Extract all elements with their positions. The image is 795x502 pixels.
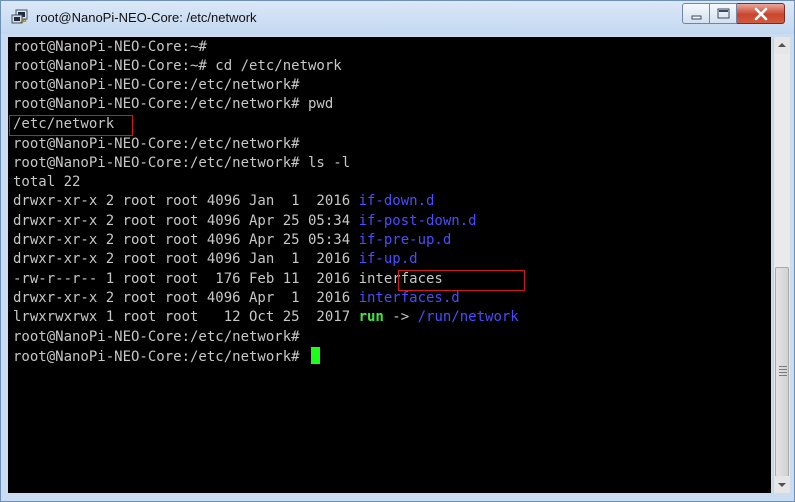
listing-row: drwxr-xr-x 2 root root 4096 Jan 1 2016 i… xyxy=(13,250,418,269)
listing-name: if-down.d xyxy=(358,193,435,209)
symlink-arrow: -> xyxy=(383,309,418,325)
chevron-up-icon xyxy=(778,43,786,47)
symlink-target: /run/network xyxy=(417,309,519,325)
highlight-box-pwd-output xyxy=(9,115,133,136)
minimize-button[interactable] xyxy=(682,3,710,24)
highlight-box-interfaces xyxy=(398,270,525,291)
putty-icon xyxy=(11,9,28,24)
prompt-text: root@NanoPi-NEO-Core:/etc/network# xyxy=(13,349,300,365)
scrollbar-thumb[interactable] xyxy=(775,267,789,477)
listing-name: if-post-down.d xyxy=(358,213,477,229)
terminal-line: total 22 xyxy=(13,174,81,190)
listing-name: if-up.d xyxy=(358,251,418,267)
scroll-up-button[interactable] xyxy=(774,37,790,54)
listing-row: drwxr-xr-x 2 root root 4096 Apr 25 05:34… xyxy=(13,231,451,250)
chevron-down-icon xyxy=(778,483,786,487)
terminal-line: root@NanoPi-NEO-Core:/etc/network# xyxy=(13,77,300,93)
vertical-scrollbar[interactable] xyxy=(773,37,790,493)
title-bar[interactable]: root@NanoPi-NEO-Core: /etc/network xyxy=(1,1,794,34)
listing-row-symlink: lrwxrwxrwx 1 root root 12 Oct 25 2017 ru… xyxy=(13,308,519,327)
listing-meta: lrwxrwxrwx 1 root root 12 Oct 25 2017 xyxy=(13,309,359,325)
listing-row: drwxr-xr-x 2 root root 4096 Jan 1 2016 i… xyxy=(13,192,434,211)
listing-name: interfaces.d xyxy=(358,290,460,306)
listing-row: drwxr-xr-x 2 root root 4096 Apr 25 05:34… xyxy=(13,212,477,231)
terminal-window: root@NanoPi-NEO-Core: /etc/network root@… xyxy=(0,0,795,502)
terminal-line: root@NanoPi-NEO-Core:/etc/network# pwd xyxy=(13,96,334,112)
terminal-screen[interactable]: root@NanoPi-NEO-Core:~# root@NanoPi-NEO-… xyxy=(8,37,771,493)
listing-meta: drwxr-xr-x 2 root root 4096 Apr 1 2016 xyxy=(13,290,359,306)
listing-row: -rw-r--r-- 1 root root 176 Feb 11 2016 i… xyxy=(13,270,443,289)
listing-meta: drwxr-xr-x 2 root root 4096 Apr 25 05:34 xyxy=(13,213,359,229)
text-cursor xyxy=(311,347,321,364)
terminal-line: root@NanoPi-NEO-Core:/etc/network# ls -l xyxy=(13,155,351,171)
listing-row: drwxr-xr-x 2 root root 4096 Apr 1 2016 i… xyxy=(13,289,460,308)
symlink-name: run xyxy=(358,309,384,325)
maximize-icon xyxy=(717,8,730,19)
listing-name: if-pre-up.d xyxy=(358,232,452,248)
close-icon xyxy=(754,7,768,21)
terminal-line: root@NanoPi-NEO-Core:~# xyxy=(13,39,207,55)
terminal-line: root@NanoPi-NEO-Core:/etc/network# xyxy=(13,136,300,152)
terminal-line: root@NanoPi-NEO-Core:~# cd /etc/network xyxy=(13,58,342,74)
listing-meta: drwxr-xr-x 2 root root 4096 Apr 25 05:34 xyxy=(13,232,359,248)
window-title: root@NanoPi-NEO-Core: /etc/network xyxy=(36,10,257,25)
terminal-line: root@NanoPi-NEO-Core:/etc/network# xyxy=(13,329,300,345)
listing-meta: drwxr-xr-x 2 root root 4096 Jan 1 2016 xyxy=(13,193,359,209)
scroll-down-button[interactable] xyxy=(774,476,790,493)
close-button[interactable] xyxy=(737,3,785,24)
listing-meta: -rw-r--r-- 1 root root 176 Feb 11 2016 xyxy=(13,271,359,287)
terminal-prompt-line: root@NanoPi-NEO-Core:/etc/network# xyxy=(13,347,321,366)
listing-meta: drwxr-xr-x 2 root root 4096 Jan 1 2016 xyxy=(13,251,359,267)
minimize-icon xyxy=(691,15,702,20)
maximize-button[interactable] xyxy=(710,3,737,24)
